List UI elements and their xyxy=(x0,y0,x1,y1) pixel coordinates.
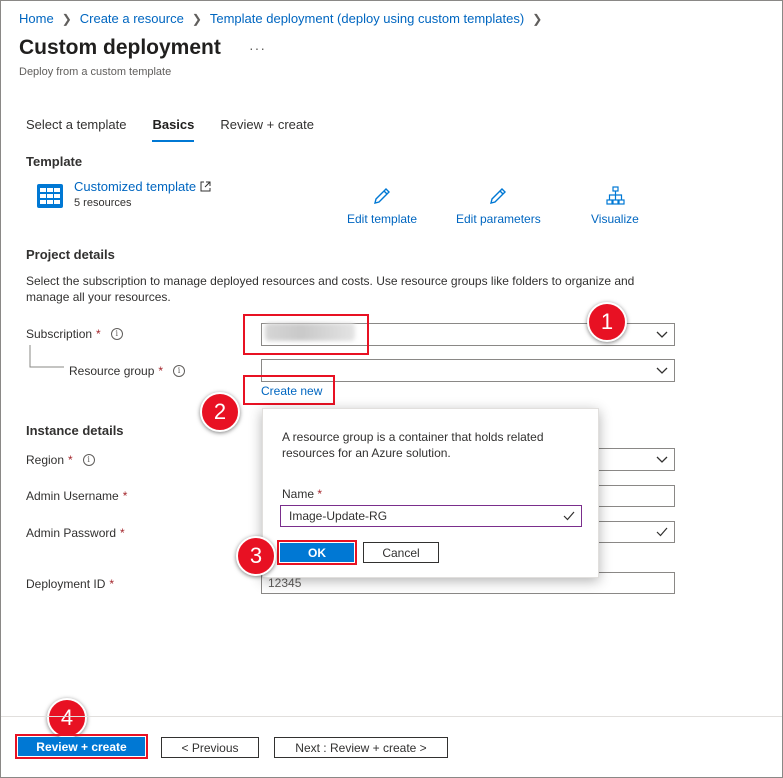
edit-parameters-button[interactable]: Edit parameters xyxy=(456,186,541,226)
required-marker: * xyxy=(109,577,115,591)
project-details-heading: Project details xyxy=(26,247,115,262)
chevron-right-icon: ❯ xyxy=(61,11,72,26)
info-icon[interactable]: i xyxy=(110,328,123,340)
breadcrumb: Home ❯ Create a resource ❯ Template depl… xyxy=(19,11,550,26)
previous-button[interactable]: < Previous xyxy=(161,737,259,758)
customized-template-link[interactable]: Customized template xyxy=(74,179,211,194)
page-title: Custom deployment xyxy=(19,36,221,59)
chevron-down-icon xyxy=(656,331,668,338)
required-marker: * xyxy=(317,487,323,501)
instance-details-heading: Instance details xyxy=(26,423,124,438)
subscription-label-text: Subscription xyxy=(26,327,93,341)
chevron-down-icon xyxy=(656,456,668,463)
subscription-highlight-box xyxy=(243,314,369,355)
required-marker: * xyxy=(120,526,125,540)
next-review-create-button[interactable]: Next : Review + create > xyxy=(274,737,448,758)
admin-username-label: Admin Username * xyxy=(26,489,127,503)
visualize-button[interactable]: Visualize xyxy=(591,186,639,226)
checkmark-icon xyxy=(563,511,575,521)
cancel-button[interactable]: Cancel xyxy=(363,542,439,563)
deployment-id-label-text: Deployment ID xyxy=(26,577,106,591)
required-marker: * xyxy=(68,453,73,467)
deployment-id-label: Deployment ID * xyxy=(26,577,114,591)
admin-username-label-text: Admin Username xyxy=(26,489,119,503)
chevron-right-icon: ❯ xyxy=(532,11,543,26)
resource-group-label: Resource group * i xyxy=(69,364,186,378)
customized-template-label: Customized template xyxy=(74,179,197,194)
resource-group-name-value: Image-Update-RG xyxy=(289,509,388,523)
edit-parameters-label: Edit parameters xyxy=(456,212,541,226)
callout-badge-2: 2 xyxy=(200,392,240,432)
info-icon[interactable]: i xyxy=(173,365,186,377)
ok-button[interactable]: OK xyxy=(280,543,354,562)
tab-basics[interactable]: Basics xyxy=(152,117,195,142)
more-options-icon[interactable]: ··· xyxy=(249,40,266,56)
required-marker: * xyxy=(158,364,164,378)
visualize-label: Visualize xyxy=(591,212,639,226)
edit-template-button[interactable]: Edit template xyxy=(347,186,417,226)
tab-review-create[interactable]: Review + create xyxy=(220,117,314,142)
breadcrumb-create-resource[interactable]: Create a resource xyxy=(80,11,184,26)
template-grid-icon xyxy=(37,184,63,208)
popup-name-label-text: Name xyxy=(282,487,315,501)
admin-password-label-text: Admin Password xyxy=(26,526,117,540)
required-marker: * xyxy=(122,489,128,503)
popup-message: A resource group is a container that hol… xyxy=(282,430,544,460)
deployment-id-value: 12345 xyxy=(268,576,302,590)
resource-group-name-input[interactable]: Image-Update-RG xyxy=(280,505,582,527)
external-link-icon xyxy=(200,181,211,192)
callout-badge-3: 3 xyxy=(236,536,276,576)
footer-divider xyxy=(1,716,782,717)
wizard-tabs: Select a template Basics Review + create xyxy=(26,117,340,142)
review-create-button[interactable]: Review + create xyxy=(18,737,145,756)
template-resource-count: 5 resources xyxy=(74,197,132,209)
chevron-down-icon xyxy=(656,367,668,374)
region-label-text: Region xyxy=(26,453,65,467)
edit-template-label: Edit template xyxy=(347,212,418,226)
chevron-right-icon: ❯ xyxy=(191,11,202,26)
info-icon[interactable]: i xyxy=(82,454,95,466)
pencil-icon xyxy=(374,188,391,204)
callout-badge-1: 1 xyxy=(587,302,627,342)
pencil-icon xyxy=(490,188,507,204)
hierarchy-icon xyxy=(606,186,625,205)
region-label: Region * i xyxy=(26,453,95,467)
popup-name-label: Name * xyxy=(282,487,322,501)
breadcrumb-template-deployment[interactable]: Template deployment (deploy using custom… xyxy=(210,11,524,26)
callout-badge-4: 4 xyxy=(47,698,87,738)
resource-group-label-text: Resource group xyxy=(69,364,155,378)
admin-password-label: Admin Password * xyxy=(26,526,125,540)
page-subtitle: Deploy from a custom template xyxy=(19,66,172,78)
tab-select-template[interactable]: Select a template xyxy=(26,117,126,142)
breadcrumb-home[interactable]: Home xyxy=(19,11,54,26)
required-marker: * xyxy=(96,327,101,341)
create-new-link[interactable]: Create new xyxy=(261,384,322,398)
project-details-description: Select the subscription to manage deploy… xyxy=(26,274,635,304)
checkmark-icon xyxy=(656,527,668,537)
subscription-label: Subscription * i xyxy=(26,327,123,341)
tree-connector xyxy=(29,345,64,368)
template-heading: Template xyxy=(26,154,83,169)
